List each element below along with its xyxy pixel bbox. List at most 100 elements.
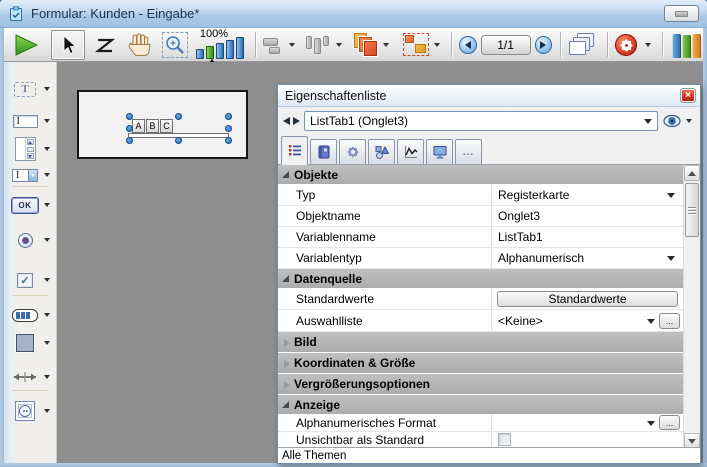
section-expanded-icon — [282, 275, 289, 282]
settings-button[interactable] — [613, 30, 640, 60]
radio-button-dropdown-arrow[interactable] — [44, 238, 50, 242]
edit-field-dropdown-arrow[interactable] — [44, 119, 50, 123]
socket-control-tool[interactable] — [9, 398, 55, 424]
radio-button-tool[interactable] — [9, 227, 55, 253]
property-label: Standardwerte — [278, 289, 491, 309]
selection-mode-button[interactable] — [400, 30, 431, 60]
ellipsis-button[interactable]: ... — [659, 313, 680, 329]
properties-tab-strip: ... — [278, 135, 700, 165]
property-label: Alphanumerisches Format — [278, 415, 491, 431]
layer-dropdown-arrow[interactable] — [383, 43, 389, 47]
selection-handle-bottom-right[interactable] — [225, 137, 232, 144]
property-grid-scrollbar[interactable] — [683, 165, 700, 449]
selection-handle-mid-right[interactable] — [225, 125, 232, 132]
selection-handle-top-center[interactable] — [175, 113, 182, 120]
tab-order-tool-button[interactable] — [91, 30, 118, 60]
property-value-text[interactable]: Onglet3 — [491, 206, 683, 226]
next-page-button[interactable] — [535, 36, 552, 54]
object-selector-combobox[interactable]: ListTab1 (Onglet3) — [304, 111, 658, 131]
section-anzeige[interactable]: Anzeige — [278, 395, 683, 415]
standardwerte-button[interactable]: Standardwerte — [497, 291, 678, 307]
selection-handle-bottom-left[interactable] — [126, 137, 133, 144]
distribute-controls-button[interactable] — [304, 30, 333, 60]
visibility-dropdown-arrow[interactable] — [686, 119, 692, 123]
selection-dropdown-arrow[interactable] — [434, 43, 440, 47]
splitter-tool[interactable] — [9, 364, 55, 390]
selected-object-name: ListTab1 (Onglet3) — [310, 114, 644, 128]
section-bild[interactable]: Bild — [278, 332, 683, 353]
ok-button-dropdown-arrow[interactable] — [44, 203, 50, 207]
previous-page-button[interactable] — [459, 36, 476, 54]
static-label-tool[interactable]: T — [9, 76, 55, 102]
splitter-dropdown-arrow[interactable] — [44, 375, 50, 379]
tab-details[interactable] — [281, 136, 308, 165]
previous-object-icon[interactable] — [283, 117, 290, 125]
socket-dropdown-arrow[interactable] — [44, 409, 50, 413]
property-row-objektname: Objektname Onglet3 — [278, 206, 683, 227]
combobox-dropdown-arrow[interactable] — [44, 173, 50, 177]
form-design-surface[interactable]: A B C — [77, 90, 248, 159]
selection-handle-bottom-center[interactable] — [175, 137, 182, 144]
section-datenquelle[interactable]: Datenquelle — [278, 269, 683, 289]
ellipsis-button[interactable]: ... — [659, 415, 680, 430]
edit-field-tool[interactable]: I — [9, 108, 55, 134]
property-value-dropdown[interactable]: ... — [491, 415, 683, 431]
tab-b[interactable]: B — [146, 119, 159, 133]
minimize-button[interactable] — [664, 5, 699, 22]
property-value-text[interactable]: ListTab1 — [491, 227, 683, 247]
section-koordinaten[interactable]: Koordinaten & Größe — [278, 353, 683, 374]
property-value-dropdown[interactable]: Alphanumerisch — [491, 248, 683, 268]
run-test-button[interactable] — [10, 30, 43, 60]
window-list-button[interactable] — [566, 30, 601, 60]
static-label-dropdown-arrow[interactable] — [44, 87, 50, 91]
tab-c[interactable]: C — [160, 119, 173, 133]
selection-handle-top-left[interactable] — [126, 113, 133, 120]
scroll-up-button[interactable] — [684, 165, 700, 181]
section-objekte[interactable]: Objekte — [278, 165, 683, 185]
properties-panel-titlebar[interactable]: Eigenschaftenliste × — [278, 85, 700, 107]
select-tool-button[interactable] — [51, 30, 86, 60]
align-dropdown-arrow[interactable] — [289, 43, 295, 47]
selection-handle-top-right[interactable] — [225, 113, 232, 120]
close-button[interactable]: × — [680, 88, 696, 103]
zoom-level-control[interactable]: 100% — [194, 28, 250, 62]
progress-bar-dropdown-arrow[interactable] — [44, 313, 50, 317]
ok-button-tool[interactable]: OK — [9, 192, 55, 218]
tab-more[interactable]: ... — [455, 139, 482, 164]
tab-notes[interactable] — [310, 139, 337, 164]
layers-icon — [353, 33, 379, 57]
checkbox-tool[interactable]: ✓ — [9, 267, 55, 293]
tab-control[interactable]: A B C — [132, 119, 173, 133]
checkbox-dropdown-arrow[interactable] — [44, 278, 50, 282]
listbox-dropdown-arrow[interactable] — [44, 147, 50, 151]
combobox-tool[interactable]: I — [9, 162, 55, 188]
play-icon — [13, 33, 39, 57]
help-library-button[interactable] — [668, 30, 703, 60]
zoom-tool-button[interactable] — [159, 30, 190, 60]
window-titlebar[interactable]: Formular: Kunden - Eingabe* — [0, 0, 707, 28]
panel-tool[interactable] — [9, 330, 55, 356]
pan-tool-button[interactable] — [124, 30, 155, 60]
listbox-tool[interactable] — [9, 134, 55, 164]
next-object-icon[interactable] — [293, 117, 300, 125]
tab-ui-shapes[interactable] — [368, 139, 395, 164]
tab-display[interactable] — [426, 139, 453, 164]
section-vergroesserung[interactable]: Vergrößerungsoptionen — [278, 374, 683, 395]
toolbar-separator — [451, 32, 452, 57]
scrollbar-thumb[interactable] — [685, 183, 699, 237]
property-value-dropdown[interactable]: Registerkarte — [491, 185, 683, 205]
panel-dropdown-arrow[interactable] — [44, 341, 50, 345]
tab-a[interactable]: A — [132, 119, 145, 133]
tab-settings[interactable] — [339, 139, 366, 164]
distribute-dropdown-arrow[interactable] — [336, 43, 342, 47]
tab-chart[interactable] — [397, 139, 424, 164]
settings-dropdown-arrow[interactable] — [645, 43, 651, 47]
property-value-dropdown[interactable]: <Keine> ... — [491, 310, 683, 331]
section-label: Objekte — [294, 168, 338, 182]
visibility-filter-button[interactable] — [663, 114, 695, 128]
align-controls-button[interactable] — [261, 30, 286, 60]
progress-bar-tool[interactable] — [9, 302, 55, 328]
layer-order-button[interactable] — [352, 30, 381, 60]
selection-handle-mid-left[interactable] — [126, 125, 133, 132]
unsichtbar-checkbox[interactable] — [498, 433, 511, 446]
